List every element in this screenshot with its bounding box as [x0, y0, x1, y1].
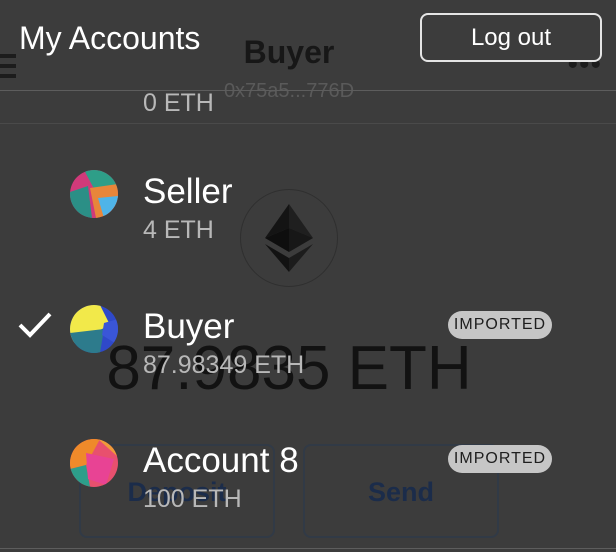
- account-name: Buyer: [143, 307, 235, 346]
- imported-badge: IMPORTED: [448, 311, 552, 339]
- menu-title: My Accounts: [19, 20, 201, 56]
- account-item-account-8[interactable]: Account 8 100 ETH IMPORTED: [0, 439, 616, 521]
- checkmark-icon: [18, 311, 52, 344]
- wallet-address: 0x75a5...776D: [223, 80, 355, 102]
- account-item-seller[interactable]: Seller 4 ETH: [0, 170, 616, 252]
- account-balance: 100 ETH: [143, 485, 242, 513]
- imported-badge: IMPORTED: [448, 445, 552, 473]
- account-avatar: [70, 305, 118, 353]
- divider: [0, 123, 616, 124]
- account-name: Seller: [143, 172, 233, 211]
- account-item-buyer[interactable]: Buyer 87.98349 ETH IMPORTED: [0, 305, 616, 387]
- account-avatar: [70, 439, 118, 487]
- account-balance: 4 ETH: [143, 216, 214, 244]
- divider: [0, 548, 616, 549]
- partial-account-balance[interactable]: 0 ETH: [143, 89, 214, 118]
- account-name: Account 8: [143, 441, 299, 480]
- logout-button[interactable]: Log out: [420, 13, 602, 62]
- account-balance: 87.98349 ETH: [143, 351, 305, 379]
- account-avatar: [70, 170, 118, 218]
- divider: [0, 90, 616, 91]
